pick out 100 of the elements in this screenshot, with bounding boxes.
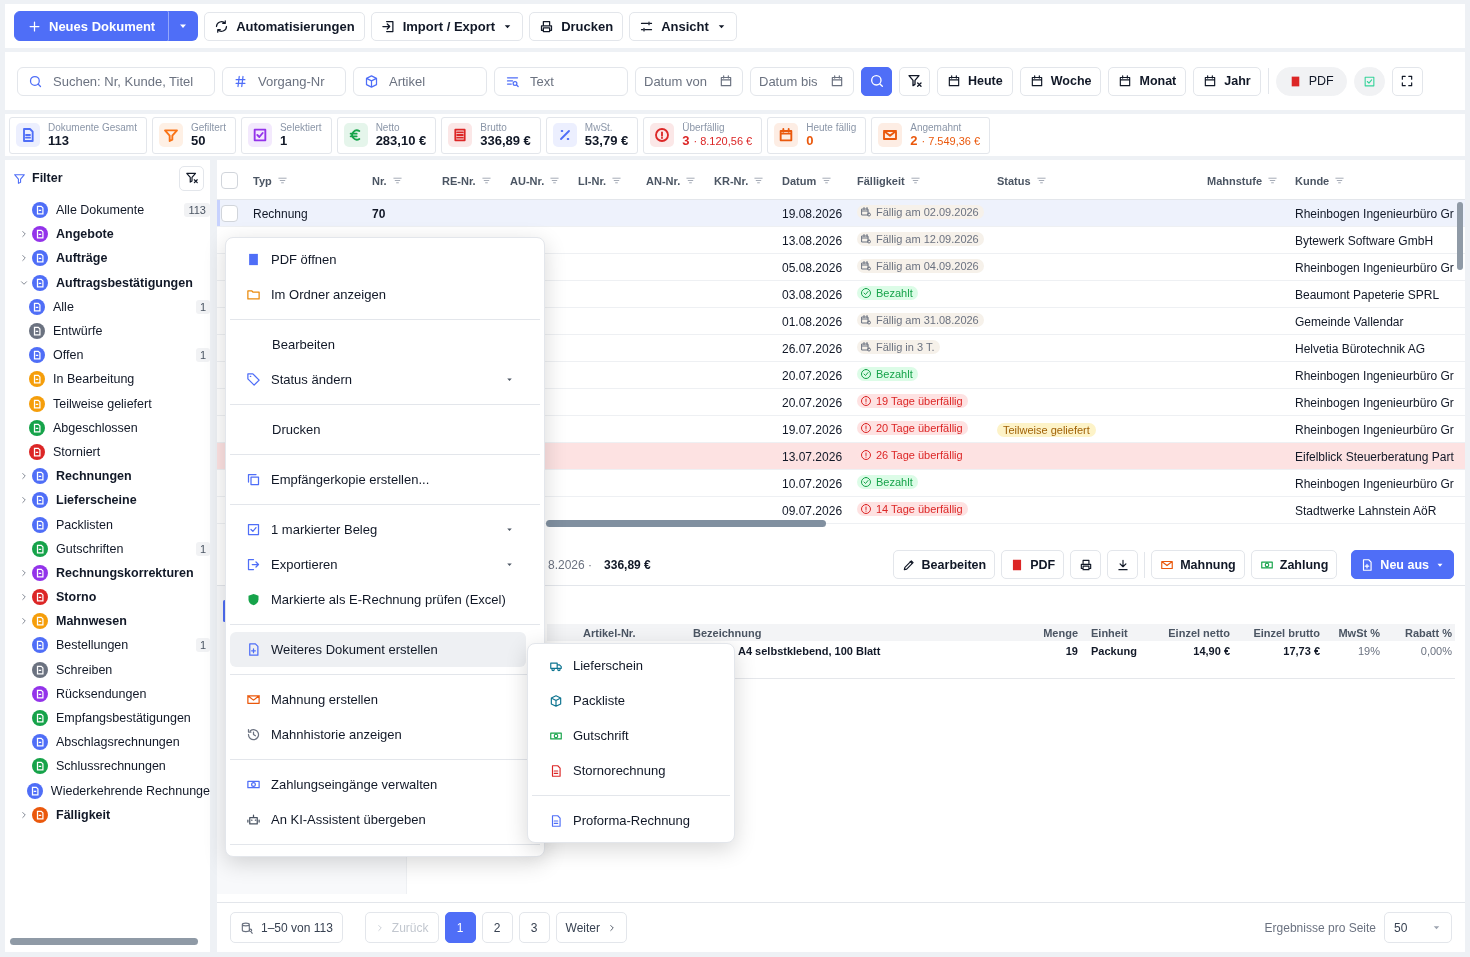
sidebar-item[interactable]: Schlussrechnungen <box>5 754 210 779</box>
toolbar-button[interactable]: Import / Export <box>370 11 524 41</box>
sidebar-item[interactable]: Rücksendungen <box>5 681 210 706</box>
dropdown-button[interactable] <box>168 11 199 41</box>
toolbar-button[interactable]: Automatisierungen <box>204 11 365 41</box>
chevron-icon <box>607 922 617 933</box>
calendar-clock-icon <box>860 233 872 245</box>
print-button[interactable] <box>1070 550 1102 579</box>
document-plus-icon <box>246 642 261 657</box>
vertical-scrollbar[interactable] <box>1457 202 1463 270</box>
column-header[interactable]: Typ <box>253 174 272 187</box>
column-header[interactable]: Kunde <box>1295 174 1330 187</box>
menu-item[interactable]: Zahlungseingänge verwalten <box>230 767 526 802</box>
fullscreen-button[interactable] <box>1391 66 1423 96</box>
sidebar-item[interactable]: Storno <box>5 585 210 610</box>
sidebar-item[interactable]: Wiederkehrende Rechnunge <box>5 778 210 803</box>
detail-action-button[interactable]: Bearbeiten <box>892 550 996 579</box>
column-header[interactable]: KR-Nr. <box>714 174 749 187</box>
sidebar-item[interactable]: Lieferscheine <box>5 488 210 513</box>
menu-item[interactable]: Exportieren <box>230 547 526 582</box>
checklist-button[interactable] <box>1353 66 1385 96</box>
page-button[interactable]: 1 <box>444 912 476 943</box>
new-document-button[interactable]: Neues Dokument <box>14 11 169 41</box>
row-checkbox[interactable] <box>221 204 238 222</box>
page-button[interactable]: 2 <box>481 912 513 943</box>
date-field[interactable]: Datum bis <box>750 66 854 96</box>
column-header[interactable]: RE-Nr. <box>442 174 476 187</box>
pdf-icon <box>246 252 261 267</box>
sidebar-item[interactable]: Fälligkeit <box>5 802 210 827</box>
menu-item[interactable]: Mahnhistorie anzeigen <box>230 717 526 752</box>
sidebar-item[interactable]: Mahnwesen <box>5 609 210 634</box>
column-header[interactable]: AU-Nr. <box>510 174 545 187</box>
menu-item[interactable]: Weiteres Dokument erstellen <box>230 632 526 667</box>
sidebar-item[interactable]: Alle 1 <box>5 294 210 319</box>
column-filter-icon <box>611 175 623 186</box>
detail-action-button[interactable]: Mahnung <box>1151 550 1245 579</box>
column-header[interactable]: Fälligkeit <box>857 174 905 187</box>
sidebar-item[interactable]: Offen 1 <box>5 343 210 368</box>
menu-item[interactable]: Stornorechnung <box>532 753 730 788</box>
period-button[interactable]: Heute <box>937 66 1013 96</box>
detail-action-button[interactable]: PDF <box>1001 550 1065 579</box>
sidebar-item[interactable]: Packlisten <box>5 512 210 537</box>
page-button[interactable]: 3 <box>518 912 550 943</box>
column-header[interactable]: LI-Nr. <box>578 174 607 187</box>
menu-item[interactable]: Packliste <box>532 683 730 718</box>
menu-item[interactable]: Mahnung erstellen <box>230 682 526 717</box>
toolbar-button[interactable]: Ansicht <box>629 11 737 41</box>
period-button[interactable]: Jahr <box>1193 66 1261 96</box>
sidebar-item[interactable]: Rechnungskorrekturen <box>5 560 210 585</box>
sidebar-item[interactable]: Storniert <box>5 439 210 465</box>
sidebar-item[interactable]: Schreiben <box>5 657 210 682</box>
detail-action-button[interactable]: Zahlung <box>1250 550 1338 579</box>
sidebar-item[interactable]: Gutschriften 1 <box>5 536 210 561</box>
search-field[interactable]: Suchen: Nr, Kunde, Titel <box>17 66 215 96</box>
sidebar-item[interactable]: Bestellungen 1 <box>5 633 210 658</box>
stat-label: Gefiltert <box>190 122 226 133</box>
filter-field[interactable]: Text <box>494 66 628 96</box>
menu-item[interactable]: An KI-Assistent übergeben <box>230 802 526 837</box>
sidebar-item[interactable]: Angebote <box>5 222 210 247</box>
period-button[interactable]: Woche <box>1019 66 1102 96</box>
menu-item[interactable]: Markierte als E-Rechnung prüfen (Excel) <box>230 582 526 617</box>
period-button[interactable]: Monat <box>1108 66 1187 96</box>
clear-filter-button[interactable] <box>899 66 930 96</box>
new-from-button[interactable]: Neu aus <box>1351 550 1454 579</box>
select-all-checkbox[interactable] <box>221 172 238 189</box>
toolbar-button[interactable]: Drucken <box>529 11 624 41</box>
download-button[interactable] <box>1107 550 1139 579</box>
column-header[interactable]: Status <box>997 174 1031 187</box>
sidebar-item[interactable]: Auftragsbestätigungen <box>5 270 210 295</box>
sidebar-item[interactable]: Aufträge <box>5 246 210 271</box>
clear-filter-button[interactable] <box>179 165 204 191</box>
sidebar-item[interactable]: Alle Dokumente 113 <box>5 198 210 223</box>
table-cell-text: 19 <box>1064 645 1078 657</box>
sidebar-item[interactable]: Teilweise geliefert <box>5 391 210 416</box>
result-count-button[interactable]: 1–50 von 113 <box>230 912 343 943</box>
sidebar-item[interactable]: Abgeschlossen <box>5 415 210 440</box>
menu-item[interactable]: Proforma-Rechnung <box>532 803 730 838</box>
horizontal-scrollbar[interactable] <box>10 938 198 945</box>
menu-item[interactable]: Lieferschein <box>532 648 730 683</box>
filter-field[interactable]: Vorgang-Nr <box>222 66 346 96</box>
calendar-icon <box>1118 74 1133 88</box>
menu-item[interactable]: Gutschrift <box>532 718 730 753</box>
sidebar-item[interactable]: Rechnungen <box>5 464 210 489</box>
filter-field[interactable]: Artikel <box>353 66 487 96</box>
pdf-button[interactable]: PDF <box>1275 66 1347 96</box>
date-field[interactable]: Datum von <box>635 66 743 96</box>
column-header[interactable]: Datum <box>782 174 817 187</box>
sidebar-item[interactable]: Entwürfe <box>5 318 210 344</box>
sidebar-item[interactable]: In Bearbeitung <box>5 367 210 392</box>
column-header[interactable]: Mahnstufe <box>1207 174 1262 187</box>
next-button[interactable]: Weiter <box>555 912 627 943</box>
column-header[interactable]: Nr. <box>372 174 387 187</box>
sidebar-item[interactable]: Empfangsbestätigungen <box>5 705 210 731</box>
search-button[interactable] <box>861 66 892 96</box>
sidebar-item[interactable]: Abschlagsrechnungen <box>5 730 210 755</box>
per-page-select[interactable]: 50 <box>1384 912 1452 943</box>
box-icon <box>364 73 379 89</box>
table-row[interactable]: Rechnung 70 19.08.2026 Fällig am 02.09.2026 Rheinbogen Ingenieurbüro Gr <box>217 200 1465 227</box>
column-header[interactable]: AN-Nr. <box>646 174 681 187</box>
horizontal-scrollbar[interactable] <box>546 520 826 527</box>
